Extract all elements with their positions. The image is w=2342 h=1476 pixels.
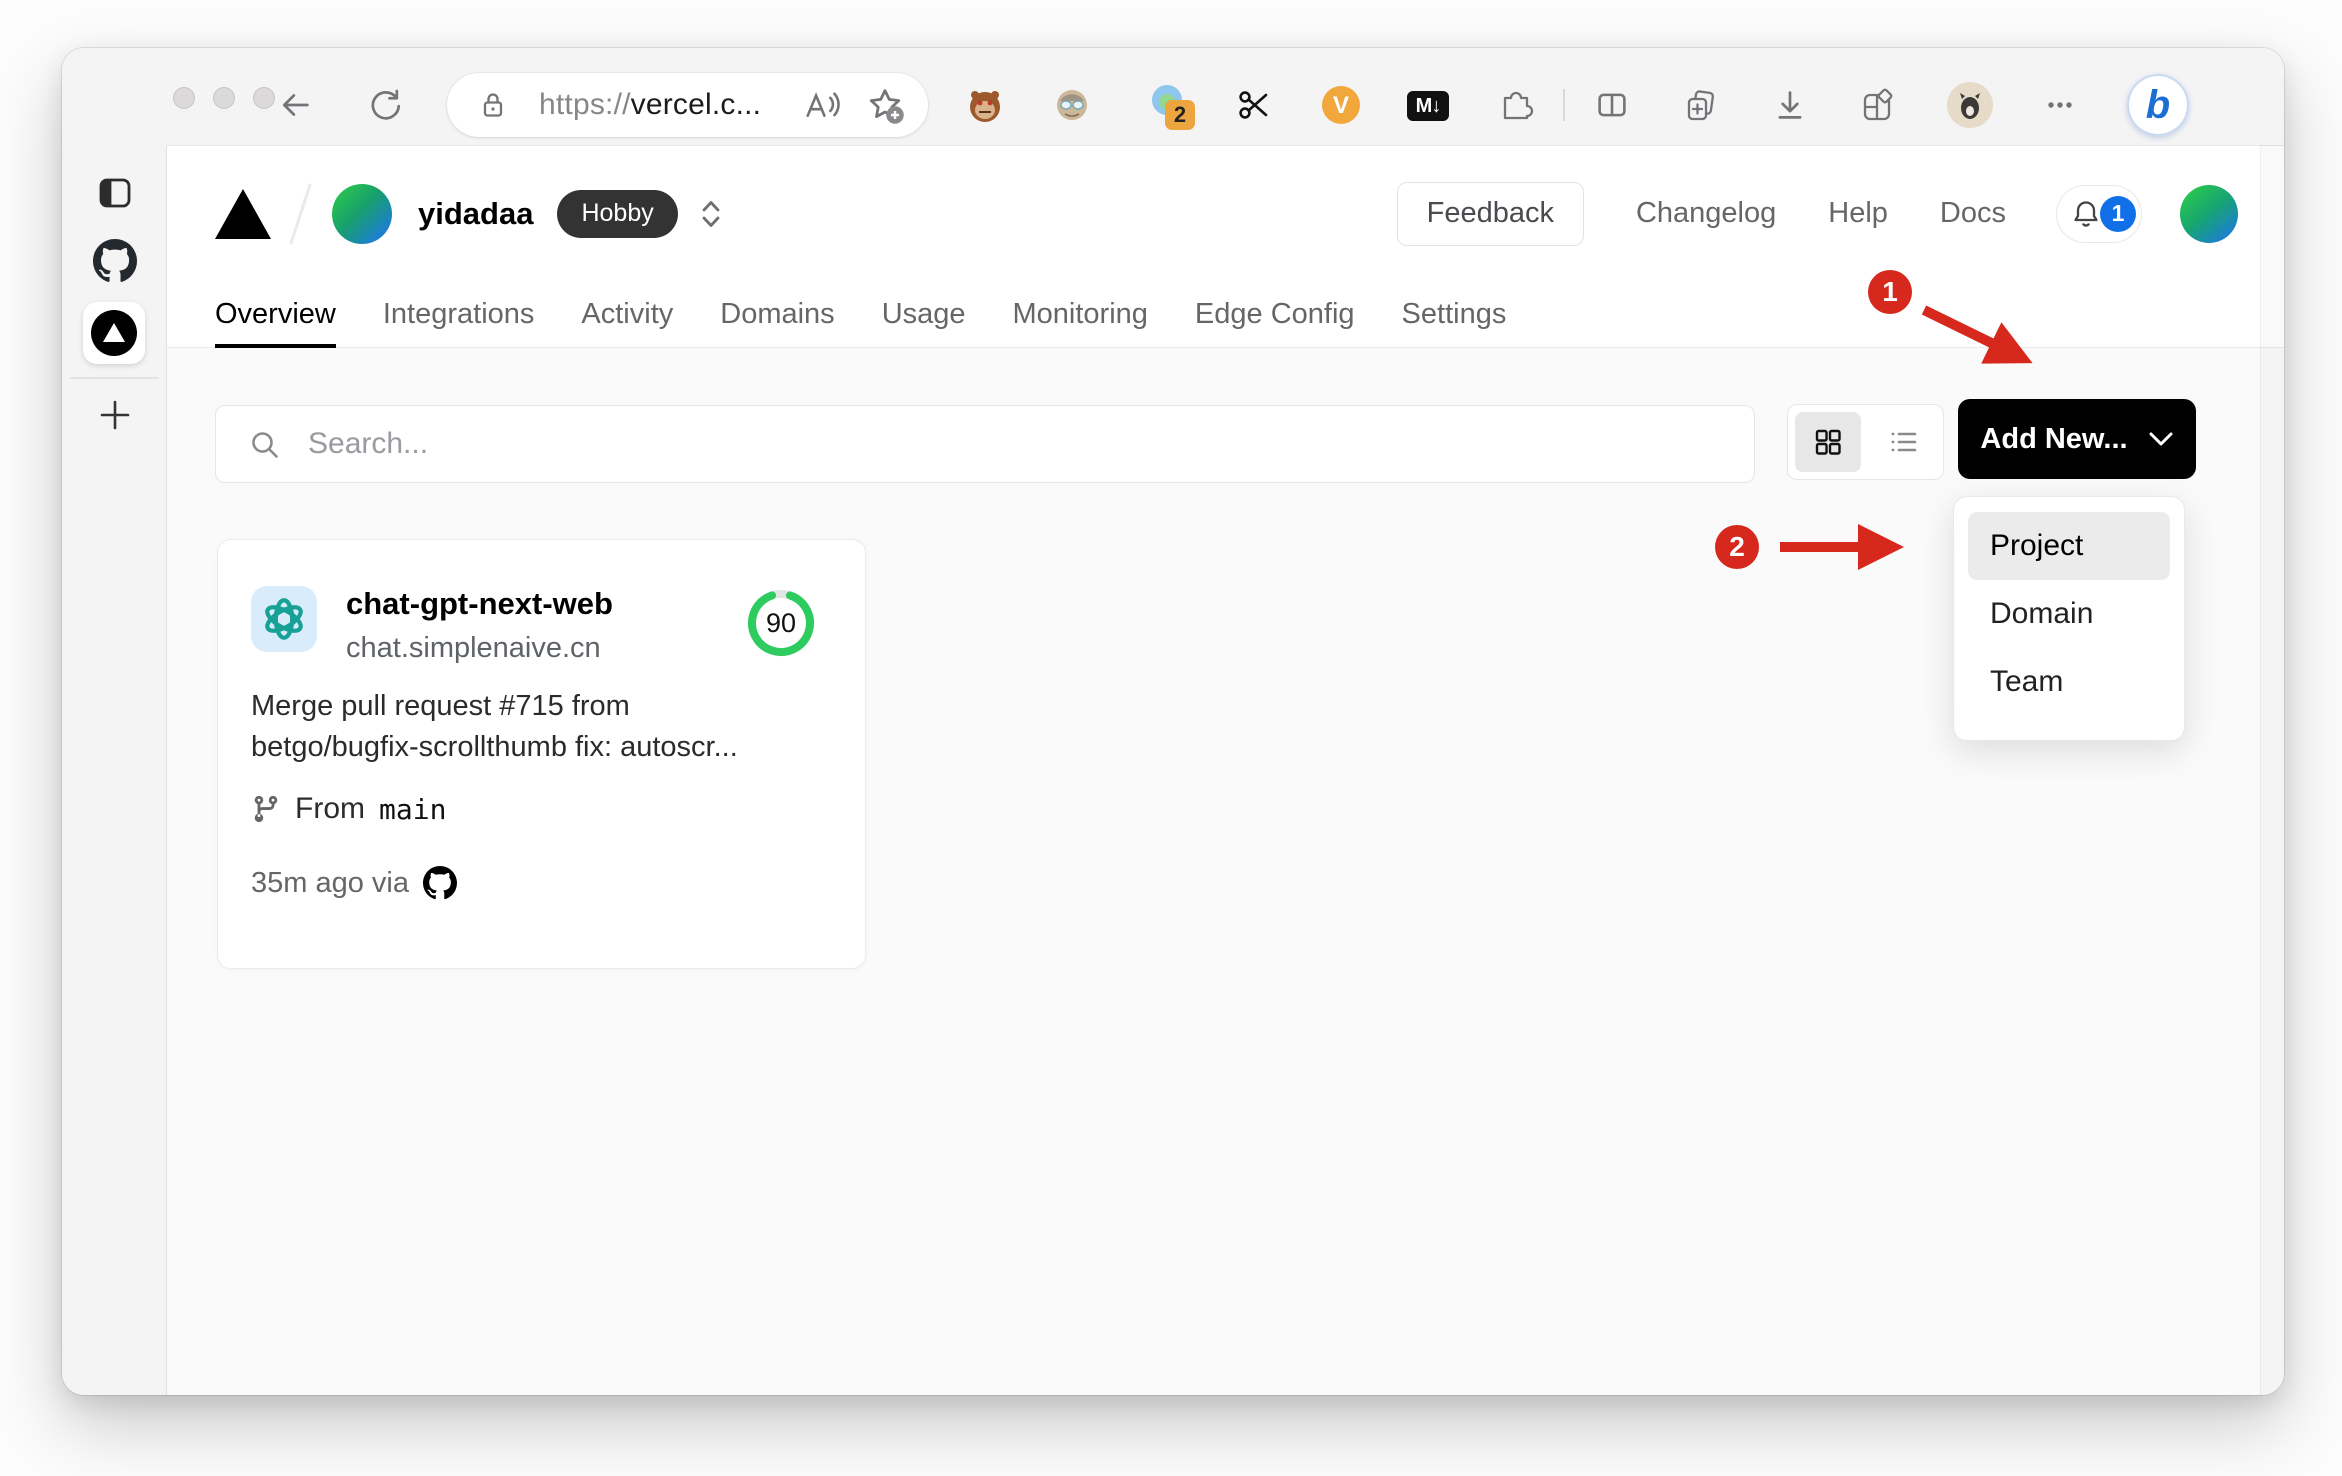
grid-view-button[interactable] (1795, 412, 1861, 472)
chevron-down-icon (2149, 432, 2173, 446)
tab-overview[interactable]: Overview (215, 281, 336, 348)
reload-icon[interactable] (367, 87, 403, 123)
commit-message: Merge pull request #715 from betgo/bugfi… (251, 690, 738, 763)
v-extension-icon[interactable]: V (1320, 84, 1362, 126)
branch-name: main (379, 792, 447, 826)
window-minimize-button[interactable] (213, 87, 235, 109)
branch-prefix: From (295, 792, 365, 825)
github-icon (423, 866, 457, 900)
menu-item-team[interactable]: Team (1968, 648, 2170, 716)
read-aloud-icon[interactable] (803, 86, 841, 124)
list-view-button[interactable] (1870, 412, 1936, 472)
search-input[interactable] (308, 406, 1708, 482)
vercel-tab-active[interactable] (83, 302, 145, 364)
tab-settings[interactable]: Settings (1402, 281, 1507, 347)
scrollbar-gutter[interactable] (2260, 145, 2284, 1395)
tampermonkey-extension-icon[interactable] (965, 85, 1005, 125)
lock-icon (477, 89, 509, 121)
sidebar-toggle-icon[interactable] (95, 173, 135, 213)
puzzle-extensions-icon[interactable] (1496, 85, 1536, 125)
add-new-button[interactable]: Add New... (1958, 399, 2196, 479)
plan-badge: Hobby (557, 189, 678, 238)
toolbar-divider (1563, 89, 1565, 121)
branch-row: From main (251, 792, 446, 826)
new-tab-plus-icon[interactable] (95, 395, 135, 435)
add-new-label: Add New... (1980, 422, 2128, 455)
project-domain[interactable]: chat.simplenaive.cn (346, 632, 601, 665)
window-zoom-button[interactable] (253, 87, 275, 109)
extension-badge: 2 (1165, 100, 1195, 130)
sidebar-divider (70, 377, 159, 379)
header-right-group: Feedback Changelog Help Docs 1 (1396, 181, 2238, 246)
docs-link[interactable]: Docs (1940, 197, 2006, 230)
proxy-extension-icon[interactable]: 2 (1147, 82, 1195, 130)
add-favorite-star-icon[interactable] (865, 85, 905, 125)
deploy-time-row: 35m ago via (251, 866, 457, 900)
project-name[interactable]: chat-gpt-next-web (346, 586, 613, 622)
view-toggle (1787, 404, 1944, 480)
bell-icon (2074, 200, 2098, 227)
search-icon (252, 432, 278, 458)
notifications-button[interactable]: 1 (2056, 184, 2142, 243)
annotation-arrow-2 (1780, 524, 1904, 571)
svg-text:V: V (1333, 92, 1349, 119)
breadcrumb-slash (289, 182, 312, 245)
project-card[interactable]: chat-gpt-next-web chat.simplenaive.cn 90… (217, 539, 866, 969)
help-link[interactable]: Help (1828, 197, 1888, 230)
github-tab-icon[interactable] (93, 239, 137, 283)
list-view-icon (1891, 432, 1917, 452)
score-value: 90 (765, 607, 797, 638)
team-avatar[interactable] (332, 183, 392, 244)
notification-count-badge: 1 (2100, 195, 2136, 232)
grid-view-icon (1815, 429, 1841, 455)
more-menu-icon[interactable] (2042, 87, 2078, 123)
add-new-dropdown: Project Domain Team (1953, 496, 2185, 741)
collections-icon[interactable] (1682, 87, 1722, 127)
split-screen-icon[interactable] (1594, 87, 1630, 123)
team-switcher-icon[interactable] (696, 197, 726, 231)
feedback-button[interactable]: Feedback (1396, 181, 1584, 246)
workspaces-icon[interactable] (1858, 87, 1898, 127)
tab-monitoring[interactable]: Monitoring (1013, 281, 1148, 347)
team-name[interactable]: yidadaa (418, 196, 533, 232)
score-ring: 90 (746, 588, 816, 658)
tab-activity[interactable]: Activity (581, 281, 673, 347)
menu-item-project[interactable]: Project (1968, 512, 2170, 580)
scissors-extension-icon[interactable] (1234, 85, 1274, 125)
annotation-step-2: 2 (1715, 525, 1759, 569)
vercel-header: yidadaa Hobby Feedback Changelog Help Do… (167, 146, 2284, 281)
openai-logo-icon (265, 598, 303, 640)
window-close-button[interactable] (173, 87, 195, 109)
url-protocol: https:// (539, 88, 631, 121)
git-branch-icon (254, 795, 278, 823)
tab-domains[interactable]: Domains (720, 281, 834, 347)
project-favicon (251, 586, 317, 652)
browser-toolbar: https://vercel.c... 2 V M↓ b (62, 48, 2284, 145)
changelog-link[interactable]: Changelog (1636, 197, 1776, 230)
vertical-tabs-sidebar (62, 145, 167, 1395)
menu-item-domain[interactable]: Domain (1968, 580, 2170, 648)
url-text: https://vercel.c... (539, 88, 761, 122)
vercel-logo (215, 188, 271, 239)
project-search (215, 405, 1755, 483)
browser-profile-avatar[interactable] (1947, 82, 1993, 128)
tab-integrations[interactable]: Integrations (383, 281, 535, 347)
user-avatar[interactable] (2180, 184, 2238, 243)
vercel-tab-icon (91, 310, 137, 356)
bing-chat-icon[interactable]: b (2127, 74, 2189, 136)
screenshot-root: https://vercel.c... 2 V M↓ b yidadaa Hob… (0, 0, 2342, 1476)
tab-usage[interactable]: Usage (882, 281, 966, 347)
tab-edge-config[interactable]: Edge Config (1195, 281, 1355, 347)
avatar-extension-icon[interactable] (1052, 85, 1092, 125)
annotation-step-1: 1 (1868, 270, 1912, 314)
deploy-time: 35m ago via (251, 866, 409, 899)
overview-content: Add New... Project Domain Team (167, 348, 2284, 1395)
annotation-arrow-1 (1921, 305, 2033, 364)
browser-window: https://vercel.c... 2 V M↓ b yidadaa Hob… (62, 48, 2284, 1395)
markdown-extension-icon[interactable]: M↓ (1407, 91, 1449, 121)
back-icon[interactable] (277, 87, 313, 123)
address-bar[interactable]: https://vercel.c... (447, 73, 928, 137)
downloads-icon[interactable] (1772, 87, 1808, 123)
url-host: vercel.c... (630, 88, 762, 121)
